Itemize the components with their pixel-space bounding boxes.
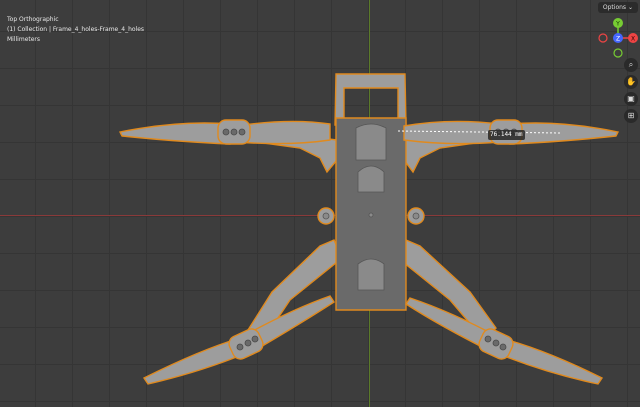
hub-hole <box>244 339 252 347</box>
grid-icon[interactable]: ⊞ <box>624 109 638 123</box>
options-button[interactable]: Options ⌄ <box>597 2 638 13</box>
hub-hole <box>236 343 244 351</box>
collection-info: (1) Collection | Frame_4_holes-Frame_4_h… <box>7 26 145 33</box>
drone-frame-model[interactable] <box>0 0 640 407</box>
hub-hole <box>484 335 492 343</box>
propeller-lower-right <box>497 339 604 385</box>
options-label: Options <box>602 4 627 11</box>
navigation-gizmo[interactable]: X Y Z <box>597 17 639 59</box>
ear-hole-right <box>412 212 420 220</box>
hub-hole <box>492 339 500 347</box>
body-lower-cutout <box>357 258 385 291</box>
body-top-slot <box>355 123 387 161</box>
body-center-hole <box>368 212 374 218</box>
measurement-label: 76.144 mm <box>488 130 525 140</box>
hub-hole <box>230 128 238 136</box>
propeller-upper-right-inner <box>403 120 501 145</box>
chevron-down-icon: ⌄ <box>627 4 633 11</box>
hub-hole <box>499 343 507 351</box>
ear-hole-left <box>322 212 330 220</box>
3d-viewport[interactable]: 76.144 mm Top Orthographic (1) Collectio… <box>0 0 640 407</box>
gizmo-y-label: Y <box>615 21 620 28</box>
view-name: Top Orthographic <box>7 16 59 23</box>
camera-icon[interactable]: ▣ <box>624 92 638 106</box>
hub-hole <box>222 128 230 136</box>
gizmo-z-label: Z <box>616 36 620 43</box>
gizmo-x-label: X <box>631 36 635 43</box>
units-label: Millimeters <box>7 36 41 43</box>
hub-hole <box>251 335 259 343</box>
hand-icon[interactable]: ✋ <box>624 75 638 89</box>
gizmo-y-negative <box>613 48 623 58</box>
body-upper-cutout <box>357 165 385 193</box>
gizmo-x-negative <box>598 33 608 43</box>
zoom-icon[interactable]: ⌕ <box>624 58 638 72</box>
hub-hole <box>238 128 246 136</box>
